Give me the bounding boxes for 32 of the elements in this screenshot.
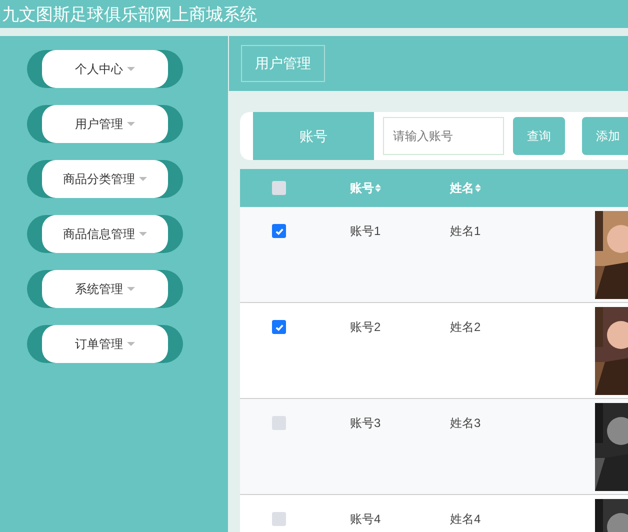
app-title: 九文图斯足球俱乐部网上商城系统 <box>1 6 257 22</box>
table-cell-text: 账号2 <box>350 319 382 336</box>
search-label: 账号 <box>253 112 374 160</box>
caret-icon <box>127 122 135 126</box>
checkbox[interactable] <box>272 512 286 526</box>
table-cell-text: 姓名4 <box>450 511 482 528</box>
menu-item[interactable]: 订单管理 <box>27 325 183 363</box>
menu-item[interactable]: 用户管理 <box>27 105 183 143</box>
menu-item[interactable]: 商品分类管理 <box>27 160 183 198</box>
table-cell-text: 姓名1 <box>450 223 482 240</box>
menu-item[interactable]: 系统管理 <box>27 270 183 308</box>
check-icon <box>274 226 284 236</box>
menu-item[interactable]: 个人中心 <box>27 50 183 88</box>
sort-icon <box>375 184 381 192</box>
caret-icon <box>127 342 135 346</box>
checkbox[interactable] <box>272 224 286 238</box>
checkbox[interactable] <box>272 320 286 334</box>
table-cell-text: 账号1 <box>350 223 382 240</box>
table-cell-text: 账号3 <box>350 415 382 432</box>
caret-icon <box>127 287 135 291</box>
table-cell-text: 姓名3 <box>450 415 482 432</box>
checkbox[interactable] <box>272 416 286 430</box>
caret-icon <box>127 67 135 71</box>
check-icon <box>274 322 284 332</box>
caret-icon <box>139 177 147 181</box>
checkbox[interactable] <box>272 181 286 195</box>
caret-icon <box>139 232 147 236</box>
search-field[interactable]: 请输入账号 <box>383 117 504 155</box>
table-cell-text: 账号4 <box>350 511 382 528</box>
sort-icon <box>475 184 481 192</box>
menu-item[interactable]: 商品信息管理 <box>27 215 183 253</box>
table-cell-text: 姓名2 <box>450 319 482 336</box>
